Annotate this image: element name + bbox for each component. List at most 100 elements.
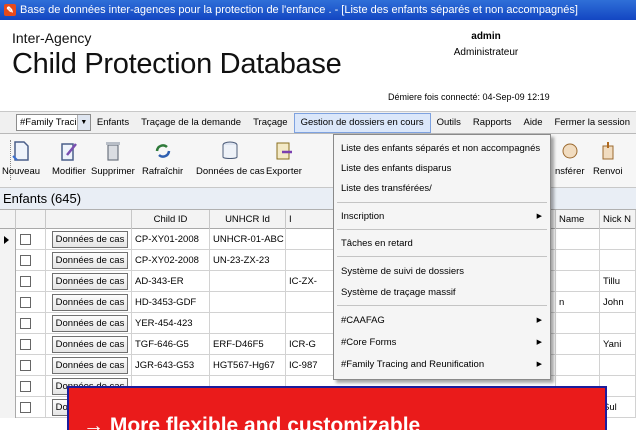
menu-outils[interactable]: Outils — [431, 112, 467, 134]
row-checkbox[interactable] — [20, 402, 31, 413]
row-selector[interactable] — [0, 313, 16, 334]
menu-tracage[interactable]: Traçage — [247, 112, 294, 134]
cell-name — [556, 355, 600, 376]
app-header: Inter-Agency Child Protection Database a… — [0, 20, 636, 112]
row-checkbox[interactable] — [20, 318, 31, 329]
cell-child-id: HD-3453-GDF — [132, 292, 210, 313]
submenu-arrow-icon: ▶ — [536, 317, 542, 324]
edit-button[interactable]: Modifier — [52, 139, 86, 177]
cell-name — [556, 334, 600, 355]
row-checkbox[interactable] — [20, 234, 31, 245]
row-header-corner — [0, 210, 16, 229]
row-selector[interactable] — [0, 355, 16, 376]
cell-nick-name: John — [600, 292, 636, 313]
last-login-text: Démiere fois connecté: 04-Sep-09 12:19 — [388, 92, 550, 102]
row-checkbox[interactable] — [20, 360, 31, 371]
dropdown-menu-item-label: Inscription — [341, 211, 385, 222]
checkbox-cell — [16, 397, 46, 418]
row-checkbox[interactable] — [20, 276, 31, 287]
case-data-row-button[interactable]: Données de cas — [52, 252, 128, 269]
header-nick-name[interactable]: Nick N — [600, 210, 636, 229]
row-selector[interactable] — [0, 376, 16, 397]
cell-child-id: YER-454-423 — [132, 313, 210, 334]
action-cell: Données de cas — [46, 271, 132, 292]
user-role: Administrateur — [453, 47, 519, 58]
case-data-row-button[interactable]: Données de cas — [52, 294, 128, 311]
menu-tracage-demande[interactable]: Traçage de la demande — [135, 112, 247, 134]
submenu-arrow-icon: ▶ — [536, 361, 542, 368]
row-selector[interactable] — [0, 334, 16, 355]
row-selector[interactable] — [0, 271, 16, 292]
menu-aide[interactable]: Aide — [517, 112, 548, 134]
action-cell: Données de cas — [46, 313, 132, 334]
dropdown-menu-item-label: #Family Tracing and Reunification — [341, 359, 485, 370]
dropdown-menu-item-label: Liste des enfants disparus — [341, 163, 452, 174]
cell-child-id: CP-XY01-2008 — [132, 229, 210, 250]
delete-button-label: Supprimer — [91, 166, 135, 177]
submenu-arrow-icon: ▶ — [536, 339, 542, 346]
app-icon: ✎ — [4, 4, 16, 16]
row-checkbox[interactable] — [20, 339, 31, 350]
menu-rapports[interactable]: Rapports — [467, 112, 518, 134]
header-name[interactable]: Name — [556, 210, 600, 229]
export-button[interactable]: Exporter — [266, 139, 302, 177]
delete-button[interactable]: Supprimer — [91, 139, 135, 177]
module-selector[interactable]: #Family Tracing and R ▼ — [16, 114, 91, 131]
dropdown-menu-item[interactable]: #Family Tracing and Reunification ▶ — [334, 355, 550, 375]
checkbox-cell — [16, 355, 46, 376]
refresh-button[interactable]: Rafraîchir — [142, 139, 183, 177]
dropdown-menu-item-label: Système de traçage massif — [341, 287, 456, 298]
menu-enfants[interactable]: Enfants — [91, 112, 135, 134]
cell-unhcr-id — [210, 292, 286, 313]
chevron-down-icon[interactable]: ▼ — [76, 115, 90, 130]
trash-icon — [102, 139, 124, 163]
menu-gestion-dossiers[interactable]: Gestion de dossiers en cours — [293, 112, 431, 133]
row-selector[interactable] — [0, 250, 16, 271]
case-data-row-button[interactable]: Données de cas — [52, 273, 128, 290]
submenu-arrow-icon: ▶ — [536, 213, 542, 220]
case-data-row-button[interactable]: Données de cas — [52, 315, 128, 332]
cell-child-id: JGR-643-G53 — [132, 355, 210, 376]
cell-nick-name: Tillu — [600, 271, 636, 292]
header-unhcr-id[interactable]: UNHCR Id — [210, 210, 286, 229]
user-name: admin — [471, 31, 501, 42]
row-selector[interactable] — [0, 397, 16, 418]
action-cell: Données de cas — [46, 292, 132, 313]
dropdown-menu-item[interactable]: Liste des enfants séparés et non accompa… — [334, 139, 550, 159]
transfer-button-label: nsférer — [555, 166, 585, 177]
row-selector[interactable] — [0, 292, 16, 313]
row-checkbox[interactable] — [20, 297, 31, 308]
dropdown-menu-item[interactable]: Système de suivi de dossiers — [334, 262, 550, 282]
export-button-label: Exporter — [266, 166, 302, 177]
dropdown-menu-item[interactable]: Liste des transférées/ — [334, 179, 550, 199]
gestion-dossiers-dropdown: Liste des enfants séparés et non accompa… — [333, 134, 551, 380]
dropdown-menu-item[interactable]: Inscription ▶ — [334, 207, 550, 227]
dropdown-menu-item[interactable]: Tâches en retard — [334, 234, 550, 254]
dropdown-menu-item[interactable]: Système de traçage massif — [334, 283, 550, 303]
window-title: Base de données inter-agences pour la pr… — [20, 4, 578, 16]
referral-button[interactable]: Renvoi — [593, 139, 623, 177]
case-data-row-button[interactable]: Données de cas — [52, 336, 128, 353]
edit-icon — [58, 139, 80, 163]
dropdown-menu-item[interactable]: #Core Forms ▶ — [334, 333, 550, 353]
cell-nick-name — [600, 313, 636, 334]
database-icon — [219, 139, 241, 163]
row-checkbox[interactable] — [20, 381, 31, 392]
cell-name — [556, 271, 600, 292]
cell-unhcr-id: ERF-D46F5 — [210, 334, 286, 355]
dropdown-menu-item[interactable]: #CAAFAG ▶ — [334, 311, 550, 331]
export-icon — [273, 139, 295, 163]
transfer-button[interactable]: nsférer — [555, 139, 585, 177]
row-selector[interactable] — [0, 229, 16, 250]
cell-name — [556, 313, 600, 334]
case-data-row-button[interactable]: Données de cas — [52, 357, 128, 374]
header-child-id[interactable]: Child ID — [132, 210, 210, 229]
row-checkbox[interactable] — [20, 255, 31, 266]
case-data-row-button[interactable]: Données de cas — [52, 231, 128, 248]
dropdown-menu-item[interactable]: Liste des enfants disparus — [334, 159, 550, 179]
new-button[interactable]: Nouveau — [2, 139, 40, 177]
case-data-button[interactable]: Données de cas — [196, 139, 265, 177]
menu-fermer-session[interactable]: Fermer la session — [549, 112, 636, 134]
case-data-button-label: Données de cas — [196, 166, 265, 177]
cell-unhcr-id: UN-23-ZX-23 — [210, 250, 286, 271]
